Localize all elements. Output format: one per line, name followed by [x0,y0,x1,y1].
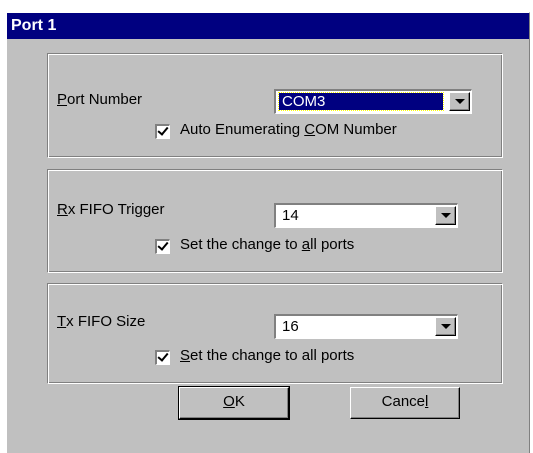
chevron-down-icon[interactable] [449,92,470,111]
rx-set-all-ports-label: Set the change to all ports [180,236,355,253]
port-number-group: Port Number COM3 Auto Enumerating COM Nu… [47,53,503,158]
auto-enumerating-label: Auto Enumerating COM Number [180,121,397,138]
port-number-label: Port Number [57,91,143,108]
tx-fifo-group: Tx FIFO Size 16 Set the change to all po… [47,283,503,384]
tx-fifo-select[interactable]: 16 [274,314,458,339]
cancel-button[interactable]: Cancel [350,387,460,419]
rx-set-all-ports-checkbox[interactable] [155,239,170,254]
tx-fifo-label: Tx FIFO Size [57,313,146,330]
rx-fifo-select[interactable]: 14 [274,203,458,228]
port-number-select[interactable]: COM3 [274,89,472,114]
ok-button[interactable]: OK [178,386,290,420]
port-dialog: Port 1 Port Number COM3 Auto Enumerating… [6,12,530,453]
dialog-title: Port 1 [7,13,529,39]
tx-fifo-value: 16 [282,318,299,335]
chevron-down-icon[interactable] [435,317,456,336]
tx-set-all-ports-checkbox[interactable] [155,350,170,365]
chevron-down-icon[interactable] [435,206,456,225]
tx-set-all-ports-label: Set the change to all ports [180,347,355,364]
port-number-value: COM3 [278,92,444,111]
rx-fifo-value: 14 [282,207,299,224]
rx-fifo-group: Rx FIFO Trigger 14 Set the change to all… [47,169,503,273]
rx-fifo-label: Rx FIFO Trigger [57,201,165,218]
auto-enumerating-checkbox[interactable] [155,124,170,139]
